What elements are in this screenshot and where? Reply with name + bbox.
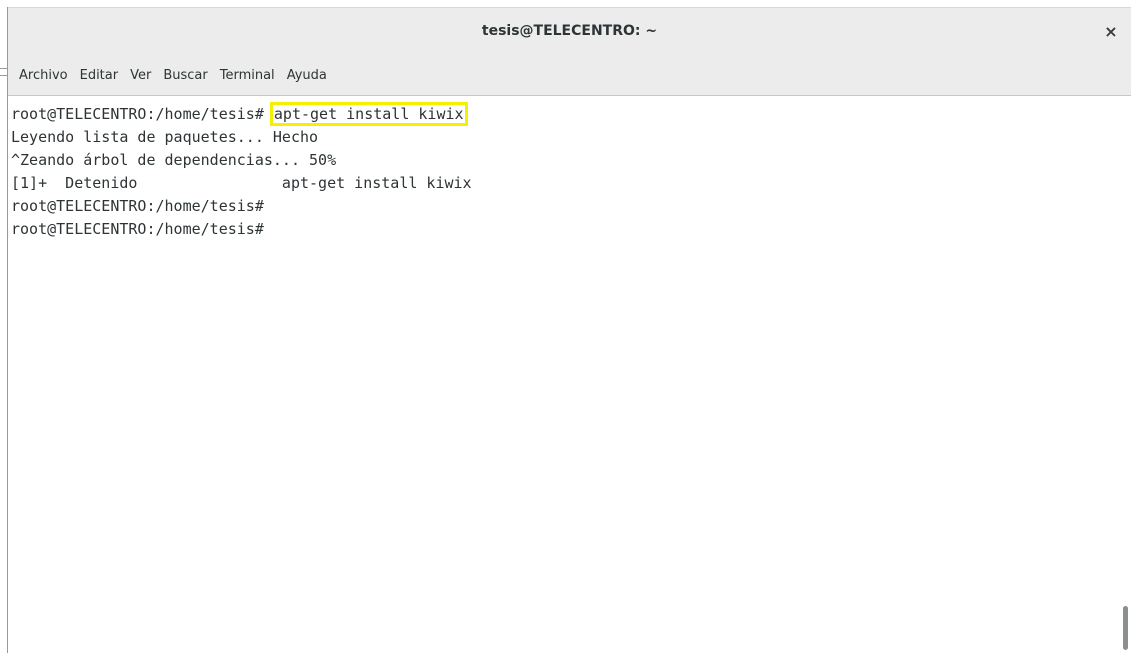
terminal-line: ^Zeando árbol de dependencias... 50% [11,151,337,169]
terminal-window: tesis@TELECENTRO: ~ × Archivo Editar Ver… [7,7,1131,653]
scrollbar-thumb[interactable] [1123,606,1128,650]
menu-archivo[interactable]: Archivo [14,64,73,87]
menu-terminal[interactable]: Terminal [215,64,280,87]
menu-editar[interactable]: Editar [75,64,124,87]
terminal-line: root@TELECENTRO:/home/tesis# [11,197,264,215]
close-icon: × [1104,21,1118,41]
window-title: tesis@TELECENTRO: ~ [481,23,658,39]
terminal-output[interactable]: root@TELECENTRO:/home/tesis# apt-get ins… [8,96,1120,653]
highlighted-command: apt-get install kiwix [269,102,468,126]
title-bar[interactable]: tesis@TELECENTRO: ~ × [8,7,1131,56]
menu-buscar[interactable]: Buscar [158,64,212,87]
terminal-line: [1]+ Detenido apt-get install kiwix [11,174,472,192]
terminal-line: root@TELECENTRO:/home/tesis# apt-get ins… [11,102,1120,126]
menu-ayuda[interactable]: Ayuda [282,64,332,87]
terminal-line: root@TELECENTRO:/home/tesis# [11,220,264,238]
menu-bar: Archivo Editar Ver Buscar Terminal Ayuda [8,56,1131,96]
menu-ver[interactable]: Ver [125,64,156,87]
terminal-line: Leyendo lista de paquetes... Hecho [11,128,319,146]
prompt: root@TELECENTRO:/home/tesis# [11,105,273,123]
window-edge-marks [0,68,7,88]
close-button[interactable]: × [1101,21,1121,41]
scrollbar[interactable] [1120,96,1131,653]
